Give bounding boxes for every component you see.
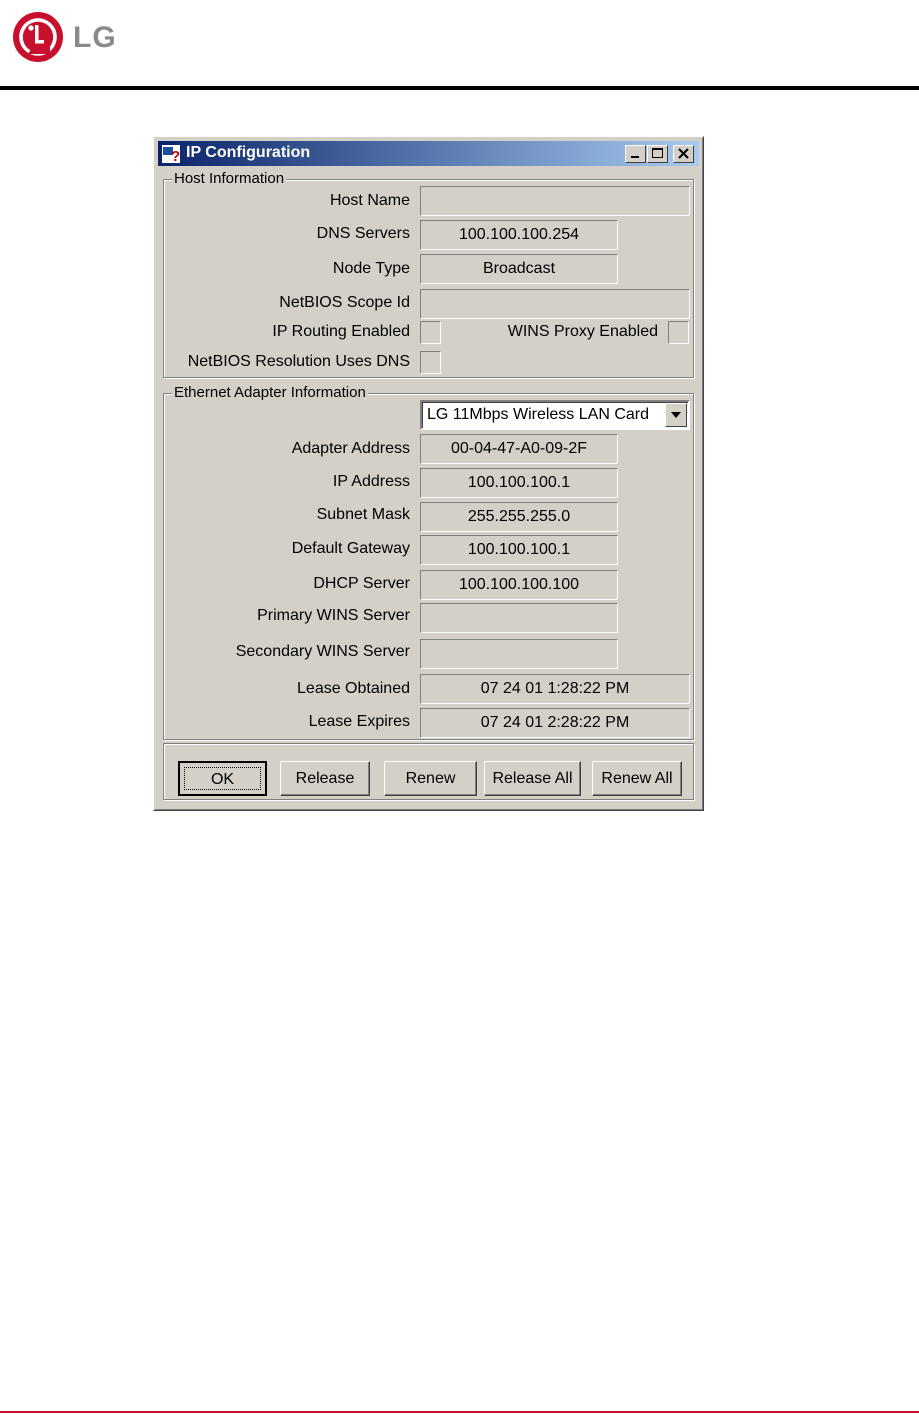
- host-name-label: Host Name: [329, 192, 410, 209]
- maximize-icon: [652, 148, 663, 158]
- default-gateway-field: 100.100.100.1: [420, 535, 618, 565]
- host-name-field: [420, 186, 690, 216]
- ip-configuration-window: ? IP Configuration Host Information Host…: [153, 136, 704, 811]
- dhcp-server-field: 100.100.100.100: [420, 570, 618, 600]
- ip-address-label: IP Address: [332, 473, 410, 490]
- subnet-mask-field: 255.255.255.0: [420, 502, 618, 532]
- dhcp-server-label: DHCP Server: [313, 575, 410, 592]
- netbios-dns-label: NetBIOS Resolution Uses DNS: [187, 353, 410, 370]
- netbios-scope-field: [420, 289, 690, 319]
- ip-address-field: 100.100.100.1: [420, 468, 618, 498]
- adapter-information-group: Ethernet Adapter Information LG 11Mbps W…: [163, 384, 694, 740]
- node-type-field: Broadcast: [420, 254, 618, 284]
- secondary-wins-label: Secondary WINS Server: [235, 643, 410, 660]
- dns-servers-label: DNS Servers: [316, 225, 410, 242]
- adapter-select[interactable]: LG 11Mbps Wireless LAN Card: [420, 400, 690, 430]
- ip-config-app-icon: ?: [162, 145, 180, 163]
- footer-rule: [0, 1411, 919, 1413]
- host-information-group: Host Information Host Name DNS Servers 1…: [163, 170, 694, 378]
- release-button[interactable]: Release: [280, 761, 370, 796]
- adapter-information-legend: Ethernet Adapter Information: [172, 384, 368, 401]
- wins-proxy-checkbox[interactable]: [668, 321, 689, 344]
- dns-servers-field: 100.100.100.254: [420, 220, 618, 250]
- lease-expires-field: 07 24 01 2:28:22 PM: [420, 708, 690, 738]
- netbios-scope-label: NetBIOS Scope Id: [279, 294, 410, 311]
- adapter-select-value: LG 11Mbps Wireless LAN Card: [427, 406, 649, 423]
- node-type-label: Node Type: [332, 260, 410, 277]
- lg-logo: LG: [12, 11, 152, 63]
- lease-obtained-field: 07 24 01 1:28:22 PM: [420, 674, 690, 704]
- adapter-address-label: Adapter Address: [291, 440, 410, 457]
- wins-proxy-label: WINS Proxy Enabled: [507, 323, 658, 340]
- ok-button[interactable]: OK: [178, 761, 267, 796]
- window-title: IP Configuration: [186, 144, 311, 161]
- close-icon: [678, 148, 689, 159]
- dropdown-arrow-icon[interactable]: [665, 403, 687, 427]
- default-gateway-label: Default Gateway: [291, 540, 410, 557]
- netbios-dns-checkbox[interactable]: [420, 351, 441, 374]
- svg-text:?: ?: [171, 148, 180, 163]
- adapter-address-field: 00-04-47-A0-09-2F: [420, 434, 618, 464]
- primary-wins-label: Primary WINS Server: [257, 607, 410, 624]
- maximize-button[interactable]: [647, 145, 668, 163]
- title-bar[interactable]: ? IP Configuration: [158, 141, 699, 166]
- lg-logo-icon: [13, 12, 63, 62]
- lease-obtained-label: Lease Obtained: [297, 680, 410, 697]
- ip-routing-checkbox[interactable]: [420, 321, 441, 344]
- lease-expires-label: Lease Expires: [308, 713, 410, 730]
- primary-wins-field: [420, 603, 618, 633]
- ip-routing-label: IP Routing Enabled: [272, 323, 410, 340]
- brand-text: LG: [73, 21, 117, 54]
- secondary-wins-field: [420, 639, 618, 669]
- renew-button[interactable]: Renew: [384, 761, 477, 796]
- minimize-button[interactable]: [625, 145, 646, 163]
- renew-all-button[interactable]: Renew All: [592, 761, 682, 796]
- minimize-icon: [631, 156, 639, 158]
- header-rule: [0, 86, 919, 90]
- subnet-mask-label: Subnet Mask: [316, 506, 410, 523]
- close-button[interactable]: [673, 145, 694, 163]
- ok-button-label: OK: [184, 767, 261, 790]
- release-all-button[interactable]: Release All: [484, 761, 581, 796]
- button-bar: OK Release Renew Release All Renew All: [163, 743, 694, 800]
- host-information-legend: Host Information: [172, 170, 287, 187]
